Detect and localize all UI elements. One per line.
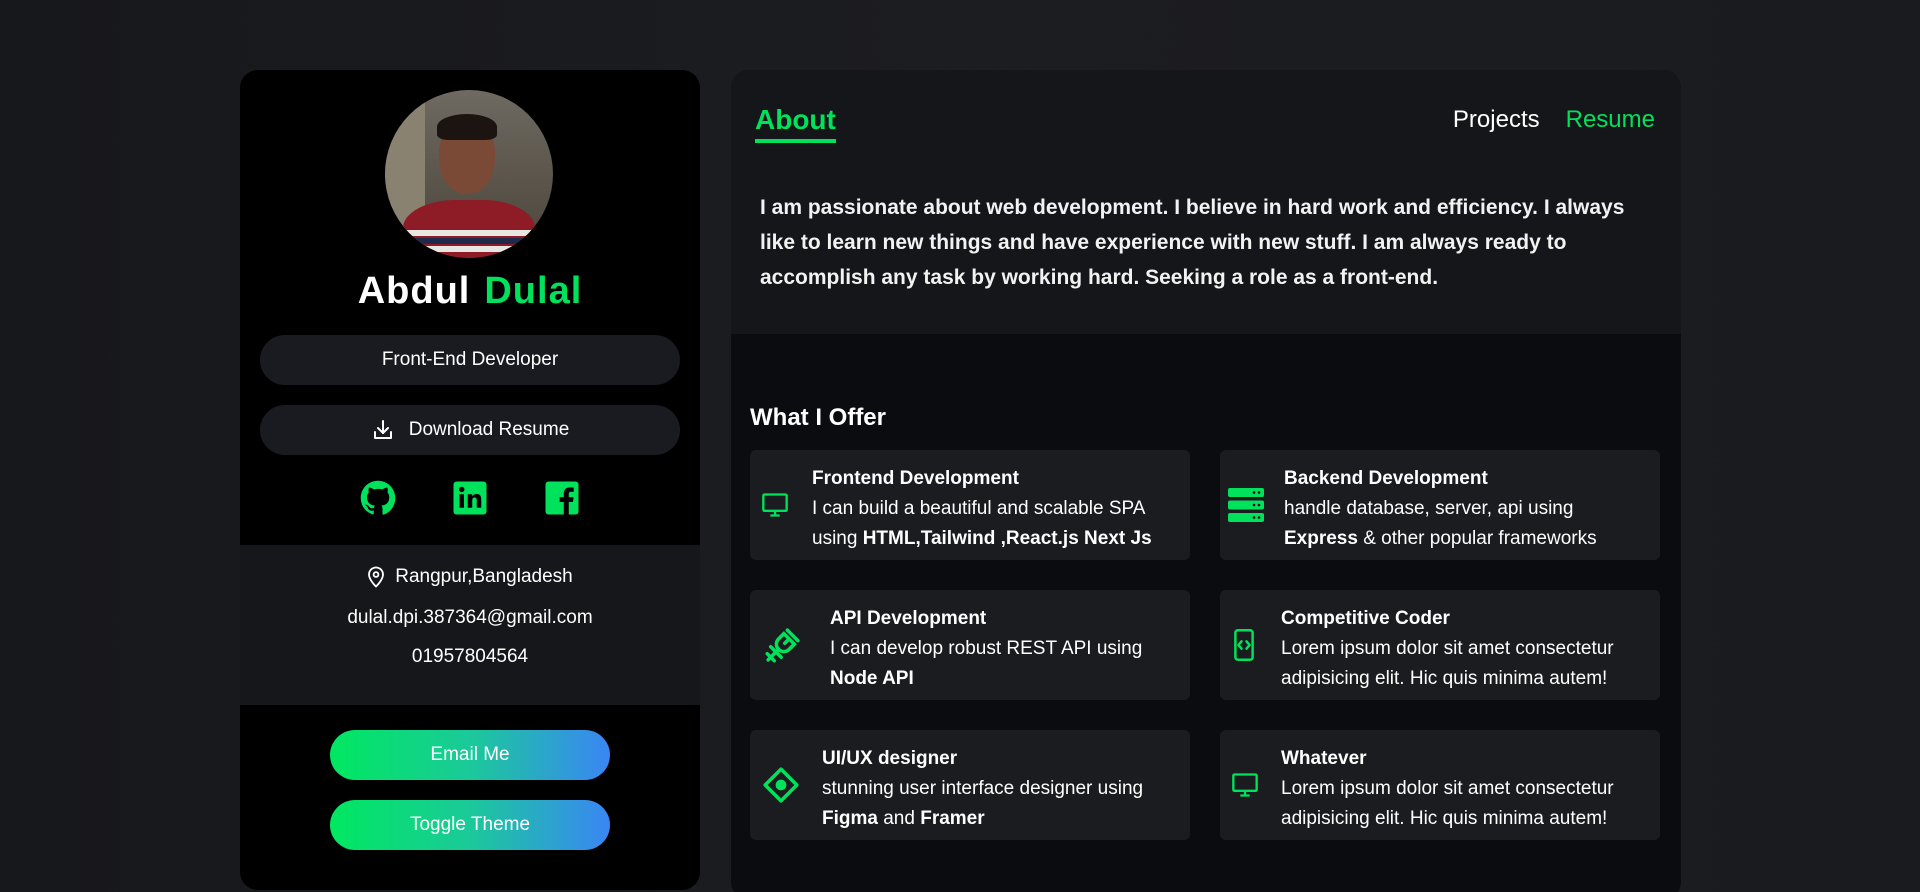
avatar [385, 90, 553, 258]
offer-card-uiux: UI/UX designer stunning user interface d… [750, 730, 1190, 840]
phone-text: 01957804564 [411, 646, 529, 667]
first-name: Abdul [357, 270, 471, 312]
download-resume-label: Download Resume [408, 419, 570, 440]
profile-card: Abdul Dulal Front-End Developer Download … [240, 70, 700, 890]
facebook-icon[interactable] [544, 480, 580, 516]
card-text-bold: Node API [830, 668, 914, 689]
main-panel: About Projects Resume I am passionate ab… [731, 70, 1681, 892]
toggle-theme-button[interactable]: Toggle Theme [330, 800, 610, 850]
monitor-icon [762, 493, 788, 517]
card-text: adipisicing elit. Hic quis minima autem! [1281, 668, 1608, 689]
offer-card-api: API Development I can develop robust RES… [750, 590, 1190, 700]
location-text: Rangpur,Bangladesh [395, 566, 573, 587]
social-links [240, 480, 700, 516]
card-text: I can build a beautiful and scalable SPA [812, 498, 1146, 519]
offer-card-backend: Backend Development handle database, ser… [1220, 450, 1660, 560]
card-text: handle database, server, api using [1284, 498, 1574, 519]
offer-card-frontend: Frontend Development I can build a beaut… [750, 450, 1190, 560]
card-text-bold: Framer [920, 808, 985, 829]
card-title: Whatever [1281, 748, 1367, 769]
github-icon[interactable] [360, 480, 396, 516]
monitor-icon [1232, 773, 1258, 797]
download-resume-button[interactable]: Download Resume [260, 405, 680, 455]
card-text: adipisicing elit. Hic quis minima autem! [1281, 808, 1608, 829]
card-text-bold: Figma [822, 808, 878, 829]
plug-icon [765, 628, 800, 663]
pen-tool-icon [763, 767, 799, 803]
email-text: dulal.dpi.387364@gmail.com [347, 607, 593, 628]
location-row: Rangpur,Bangladesh [240, 566, 700, 588]
nav-resume[interactable]: Resume [1566, 106, 1655, 134]
card-text: Lorem ipsum dolor sit amet consectetur [1281, 778, 1614, 799]
card-text: and [877, 808, 921, 829]
tab-about[interactable]: About [755, 104, 836, 143]
card-title: API Development [830, 608, 987, 629]
card-text: stunning user interface designer using [822, 778, 1144, 799]
card-title: UI/UX designer [822, 748, 958, 769]
offer-card-competitive: Competitive Coder Lorem ipsum dolor sit … [1220, 590, 1660, 700]
top-nav: Projects Resume [1453, 106, 1655, 134]
profile-name: Abdul Dulal [240, 270, 700, 313]
last-name: Dulal [484, 270, 583, 312]
download-icon [373, 420, 392, 439]
contact-info: Rangpur,Bangladesh dulal.dpi.387364@gmai… [240, 545, 700, 705]
offer-title: What I Offer [750, 404, 886, 431]
location-pin-icon [368, 566, 385, 588]
nav-projects[interactable]: Projects [1453, 106, 1540, 134]
card-title: Competitive Coder [1281, 608, 1450, 629]
card-text: I can develop robust REST API using [830, 638, 1143, 659]
linkedin-icon[interactable] [452, 480, 488, 516]
card-text: & other popular frameworks [1357, 528, 1597, 549]
card-title: Frontend Development [812, 468, 1019, 489]
card-text: using [812, 528, 863, 549]
card-title: Backend Development [1284, 468, 1488, 489]
mobile-code-icon [1234, 629, 1254, 661]
role-badge: Front-End Developer [260, 335, 680, 385]
server-icon [1228, 488, 1264, 522]
email-me-button[interactable]: Email Me [330, 730, 610, 780]
about-text: I am passionate about web development. I… [760, 196, 1625, 289]
offer-card-whatever: Whatever Lorem ipsum dolor sit amet cons… [1220, 730, 1660, 840]
card-text-bold: HTML,Tailwind ,React.js Next Js [862, 528, 1152, 549]
card-text: Lorem ipsum dolor sit amet consectetur [1281, 638, 1614, 659]
card-text-bold: Express [1284, 528, 1358, 549]
